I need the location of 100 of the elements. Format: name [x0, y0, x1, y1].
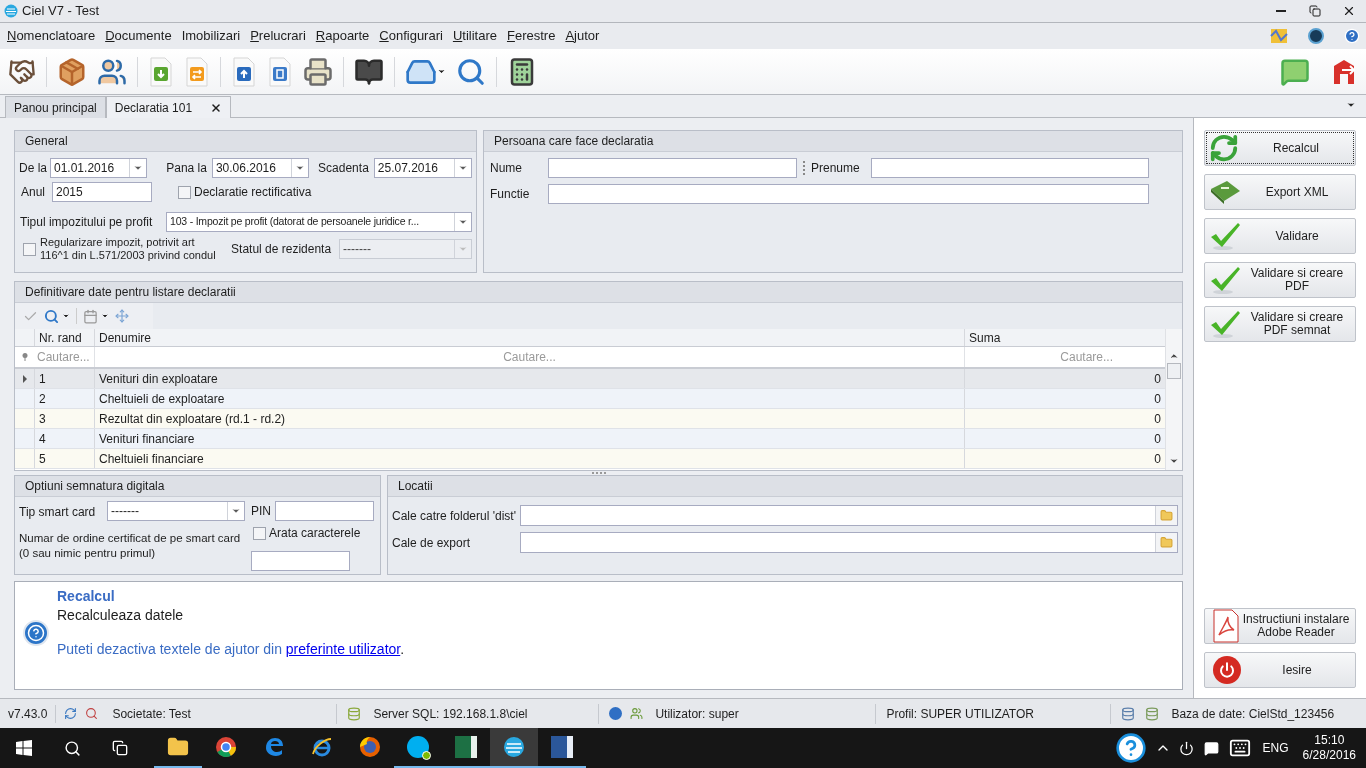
folder-icon	[167, 736, 189, 758]
pin-field[interactable]	[275, 501, 374, 521]
field-label: Numar de ordine certificat de pe smart card (0 sau nimic pentru primul)	[19, 531, 242, 561]
search-icon[interactable]	[85, 707, 99, 720]
action-button[interactable]: Validare	[1204, 218, 1356, 254]
menu-item[interactable]: Prelucrari	[245, 26, 311, 46]
checkbox[interactable]	[253, 526, 266, 540]
surname-field[interactable]	[871, 158, 1149, 178]
scroll-up-icon[interactable]	[1169, 351, 1179, 361]
windows-logo-icon	[16, 740, 32, 756]
notification-icon[interactable]	[1203, 740, 1219, 756]
action-button[interactable]: Instructiuni instalare Adobe Reader	[1204, 608, 1356, 644]
menu-item[interactable]: Documente	[100, 26, 177, 46]
power-icon[interactable]	[1178, 740, 1194, 756]
column-header[interactable]: Nr. rand	[35, 329, 95, 346]
path-field[interactable]	[520, 532, 1178, 553]
smart-card-dropdown[interactable]: -------	[107, 501, 245, 521]
table-row[interactable]: 1 Venituri din exploatare 0	[15, 369, 1165, 389]
taskbar-app[interactable]	[490, 728, 538, 768]
table-row[interactable]: 4 Venituri financiare 0	[15, 429, 1165, 449]
checkbox-label: Arata caracterele	[269, 525, 361, 542]
menu-item[interactable]: Imobilizari	[176, 26, 246, 46]
path-field[interactable]	[520, 505, 1178, 526]
date-dropdown[interactable]: 30.06.2016	[211, 158, 310, 178]
checkbox-label: Declaratie rectificativa	[194, 184, 312, 201]
clock[interactable]: 15:10 6/28/2016	[1302, 728, 1356, 768]
tab-list-arrow-icon[interactable]	[1346, 100, 1356, 110]
table-row[interactable]: 3 Rezultat din exploatare (rd.1 - rd.2) 0	[15, 409, 1165, 429]
action-button[interactable]: Iesire	[1204, 652, 1356, 688]
table-cell: Venituri din exploatare	[95, 369, 965, 388]
help-icon[interactable]	[1114, 732, 1147, 764]
table-cell: Rezultat din exploatare (rd.1 - rd.2)	[95, 409, 965, 428]
checkmark-icon	[1209, 309, 1241, 339]
tab[interactable]: Declaratia 101	[105, 96, 232, 118]
column-header[interactable]: Denumire	[95, 329, 965, 346]
pattern-icon[interactable]	[1270, 28, 1288, 44]
table-cell: 2	[35, 389, 95, 408]
menu-item[interactable]: Ferestre	[501, 26, 561, 46]
menu-item[interactable]: Nomenclatoare	[2, 26, 101, 46]
dropdown-arrow-icon	[295, 163, 306, 173]
profile-label: Profil: SUPER UTILIZATOR	[886, 705, 1035, 723]
tax-type-dropdown[interactable]: 103 - Impozit pe profit (datorat de persoanele juridice r...	[166, 212, 472, 232]
field-label: Tipul impozitului pe profit	[20, 214, 154, 231]
checkbox[interactable]	[23, 242, 36, 256]
handshake-icon[interactable]	[8, 57, 36, 86]
user-label: Utilizator: super	[655, 705, 740, 723]
action-button[interactable]: Validare si creare PDF semnat	[1204, 306, 1356, 342]
menu-item[interactable]: Utilitare	[447, 26, 502, 46]
database-icon	[1145, 706, 1160, 721]
table-row[interactable]: 5 Cheltuieli financiare 0	[15, 449, 1165, 469]
database-icon	[1121, 706, 1136, 721]
download-document-icon[interactable]	[148, 56, 174, 87]
scroll-thumb[interactable]	[1167, 363, 1181, 379]
certificate-number-field[interactable]	[251, 551, 350, 571]
action-button[interactable]: Export XML	[1204, 174, 1356, 210]
action-button[interactable]: Recalcul	[1204, 130, 1356, 166]
language-label[interactable]: ENG	[1262, 739, 1289, 757]
keyboard-icon[interactable]	[1228, 737, 1251, 759]
sync-icon[interactable]	[64, 707, 78, 720]
menu-item[interactable]: Configurari	[374, 26, 448, 46]
database-icon	[347, 706, 362, 721]
app-logo-icon	[4, 4, 18, 18]
caret-icon	[101, 312, 109, 320]
date-dropdown[interactable]: 25.07.2016	[373, 158, 472, 178]
function-field[interactable]	[548, 184, 1149, 204]
minimize-icon	[1276, 10, 1286, 12]
close-icon	[1342, 4, 1356, 18]
document-icon[interactable]	[267, 56, 293, 87]
date-dropdown[interactable]: 01.01.2016	[50, 158, 148, 178]
scrollbar[interactable]	[1165, 329, 1182, 470]
search-dropdown[interactable]	[44, 308, 70, 324]
help-title: Recalcul	[57, 587, 116, 606]
search-icon[interactable]	[456, 56, 486, 87]
field-label: Functie	[490, 186, 531, 203]
restore-icon	[1309, 5, 1321, 17]
name-field[interactable]	[548, 158, 797, 178]
checkbox[interactable]	[178, 185, 191, 199]
company-label: Societate: Test	[112, 705, 192, 723]
action-button[interactable]: Validare si creare PDF	[1204, 262, 1356, 298]
table-cell: Venituri financiare	[95, 429, 965, 448]
checkmark-icon	[1209, 265, 1241, 295]
dropdown-arrow-icon	[133, 163, 144, 173]
search-icon	[63, 739, 81, 757]
scroll-down-icon[interactable]	[1169, 456, 1179, 466]
dropdown-arrow-icon	[458, 217, 468, 227]
checkbox-label: Regularizare impozit, potrivit art 116^1 din L.571/2003 privind condul	[40, 236, 217, 262]
column-header[interactable]: Suma	[965, 329, 1165, 346]
menu-item[interactable]: Ajutor	[560, 26, 605, 46]
year-field[interactable]: 2015	[52, 182, 152, 202]
box-icon[interactable]	[57, 56, 87, 87]
dropdown-arrow-icon	[458, 244, 468, 254]
table-cell: Cheltuieli financiare	[95, 449, 965, 468]
preferences-link[interactable]: preferinte utilizator	[285, 641, 401, 657]
close-tab-icon[interactable]	[210, 101, 223, 114]
upload-document-icon[interactable]	[231, 56, 257, 87]
menu-item[interactable]: Rapoarte	[310, 26, 375, 46]
tab[interactable]: Panou principal	[5, 96, 106, 118]
firefox-icon	[359, 736, 381, 758]
table-row[interactable]: 2 Cheltuieli de exploatare 0	[15, 389, 1165, 409]
ciel-icon	[503, 736, 525, 758]
